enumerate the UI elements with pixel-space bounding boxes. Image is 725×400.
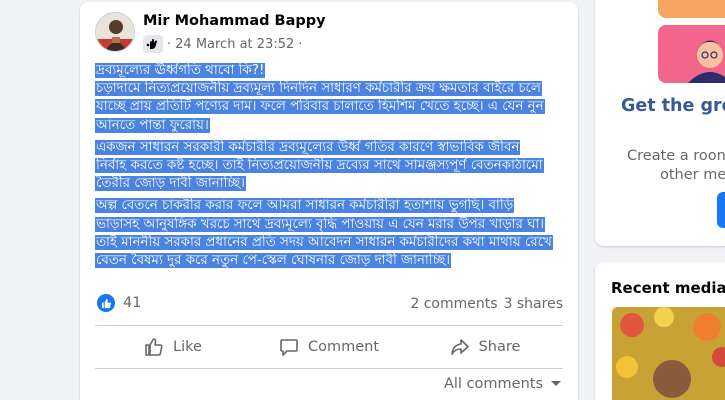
comment-icon: [280, 339, 298, 356]
post-card: Mir Mohammad Bappy · 24 March at 23:52 ·…: [80, 2, 578, 400]
like-outline-icon: [145, 338, 163, 356]
author-avatar[interactable]: [95, 12, 135, 52]
share-label: Share: [478, 339, 521, 355]
create-room-line-2: other me: [660, 167, 725, 183]
share-icon: [450, 339, 469, 355]
post-text-line: দ্রব্যমূল্যের ঊর্ধ্বগতি থাবো কি?!: [95, 63, 266, 78]
post-body-text: দ্রব্যমূল্যের ঊর্ধ্বগতি থাবো কি?! চড়াদাম…: [95, 62, 565, 272]
divider: [95, 368, 563, 369]
meta-separator: ·: [167, 36, 172, 52]
post-text-line: তাই মাননীয় সরকার প্রধানের প্রতি সদয় আব…: [95, 234, 553, 250]
post-text-line: তৈরীর জোড় দাবী জানাচ্ছি।: [95, 176, 246, 192]
post-paragraph: অল্প বেতনে চাকরীর করার ফলে আমরা সাধারন ক…: [95, 197, 565, 270]
media-photo-icon: [612, 307, 725, 400]
post-text-line: একজন সাধারন সরকারী কর্মচারীর দ্রব্যমূল্য…: [95, 139, 521, 155]
engagement-counts: 2 comments 3 shares: [410, 296, 563, 312]
reaction-summary[interactable]: 41: [97, 294, 141, 312]
post-paragraph: একজন সাধারন সরকারী কর্মচারীর দ্রব্যমূল্য…: [95, 139, 565, 194]
chevron-down-icon: [551, 381, 561, 386]
group-promo-title: Get the gro: [621, 96, 725, 116]
divider: [95, 325, 563, 326]
post-text-line: বেতন বৈষম্য দুর করে নতুন পে-স্কেল ঘোষনার…: [95, 253, 452, 269]
recent-media-thumbnail[interactable]: [612, 307, 725, 400]
post-meta: · 24 March at 23:52 ·: [143, 35, 302, 53]
post-text-line: নির্বাহ করতে কষ্ট হচ্ছে। তাই নিত্যপ্রয়ো…: [95, 158, 544, 174]
create-room-line-1: Create a roon: [627, 148, 725, 164]
meta-separator: ·: [298, 36, 303, 52]
post-text-line: ভাড়াসহ আনুষঙ্গিক খরচে সাথে দ্রব্যমূল্যে…: [95, 216, 546, 232]
like-label: Like: [173, 339, 202, 355]
post-text-line: চড়াদামে নিত্যপ্রয়োজনীয় দ্রব্যমূল্য দি…: [95, 81, 542, 97]
author-name[interactable]: Mir Mohammad Bappy: [143, 13, 326, 29]
comment-button[interactable]: Comment: [251, 328, 407, 366]
all-comments-label: All comments: [443, 376, 543, 392]
custom-audience-icon[interactable]: [143, 35, 163, 53]
suggestion-image-2[interactable]: [658, 25, 725, 83]
reaction-count: 41: [123, 295, 142, 311]
create-room-text: Create a roon other me: [627, 147, 725, 185]
recent-media-card: Recent media: [595, 262, 725, 400]
like-icon: [97, 294, 115, 312]
recent-media-title: Recent media: [611, 279, 725, 297]
comment-label: Comment: [307, 339, 380, 355]
group-suggestion-card: Get the gro Create a roon other me: [595, 0, 725, 246]
illustration-icon: [688, 40, 725, 83]
comments-count[interactable]: 2 comments: [410, 296, 497, 312]
suggestion-image-1[interactable]: [658, 0, 725, 18]
share-button[interactable]: Share: [407, 328, 563, 366]
post-text-line: আনতে পান্তা ফুরোয়।: [95, 117, 210, 133]
avatar-photo-icon: [96, 13, 134, 51]
all-comments-dropdown[interactable]: All comments: [444, 376, 562, 392]
post-actions: Like Comment Share: [95, 328, 563, 366]
post-text-line: অল্প বেতনে চাকরীর করার ফলে আমরা সাধারন ক…: [95, 198, 515, 214]
post-text-line: যাচ্ছে প্রায় প্রতিটি পণ্যের দাম। ফলে পর…: [95, 99, 545, 115]
post-paragraph: দ্রব্যমূল্যের ঊর্ধ্বগতি থাবো কি?! চড়াদাম…: [95, 62, 565, 135]
shares-count[interactable]: 3 shares: [504, 296, 563, 312]
like-button[interactable]: Like: [95, 328, 251, 366]
create-room-button[interactable]: [717, 192, 725, 228]
post-timestamp[interactable]: 24 March at 23:52: [175, 37, 294, 52]
